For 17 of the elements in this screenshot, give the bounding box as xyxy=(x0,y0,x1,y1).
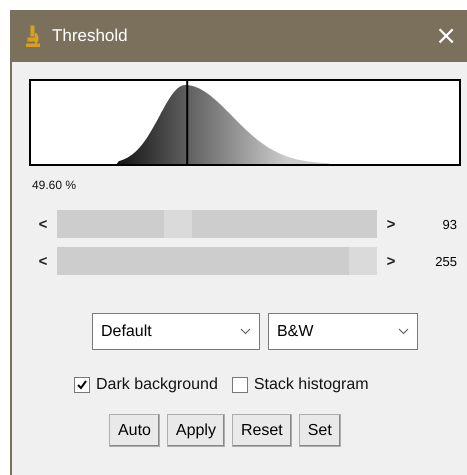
scroll-left-button[interactable]: < xyxy=(29,216,57,232)
checkbox-label: Dark background xyxy=(96,376,218,394)
scroll-right-button[interactable]: > xyxy=(377,216,405,232)
slider-value: 255 xyxy=(434,254,457,268)
dropdown[interactable]: B&W xyxy=(268,313,418,350)
action-button[interactable]: Apply xyxy=(166,414,225,447)
percent-label: 49.60 % xyxy=(32,178,78,192)
action-button[interactable]: Auto xyxy=(109,414,160,447)
action-button[interactable]: Reset xyxy=(232,414,292,447)
window-title: Threshold xyxy=(52,26,129,46)
action-button[interactable]: Set xyxy=(298,414,341,447)
scroll-left-button[interactable]: < xyxy=(29,252,57,270)
dropdown[interactable]: Default xyxy=(92,313,260,350)
close-button[interactable]: × xyxy=(435,23,457,49)
checkbox-label: Stack histogram xyxy=(254,376,369,394)
scroll-right-button[interactable]: > xyxy=(377,252,405,270)
slider-value: 93 xyxy=(442,216,457,232)
